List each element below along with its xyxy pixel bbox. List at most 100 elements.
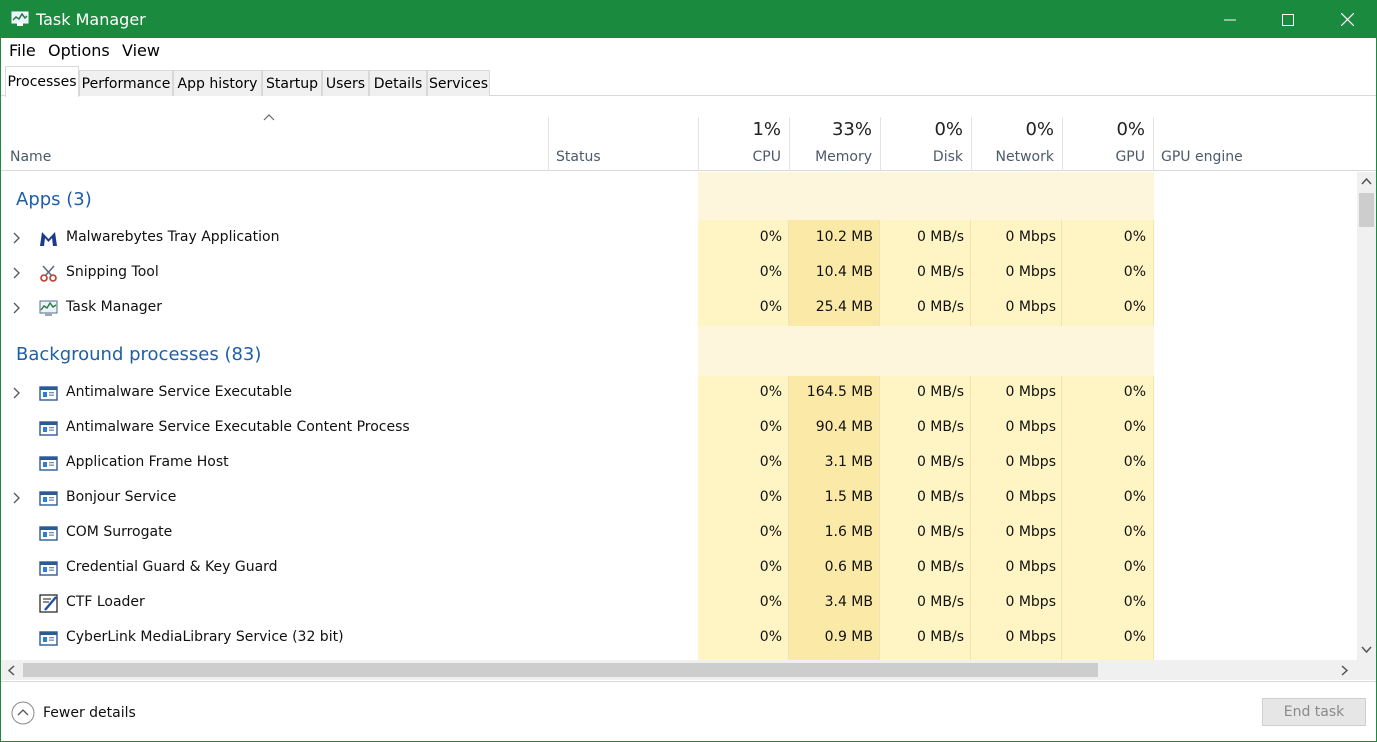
column-disk-label: Disk <box>932 149 963 165</box>
memory-value: 10.4 MB <box>815 264 873 280</box>
group-title-background[interactable]: Background processes (83) <box>16 344 261 365</box>
gpu-value: 0% <box>1123 524 1146 540</box>
tab-services[interactable]: Services <box>427 70 490 96</box>
process-name: COM Surrogate <box>66 524 173 540</box>
column-cpu[interactable]: 1% CPU <box>698 117 789 171</box>
column-network-label: Network <box>995 149 1054 165</box>
gpu-value: 0% <box>1123 629 1146 645</box>
gpu-value: 0% <box>1123 559 1146 575</box>
expand-toggle[interactable] <box>12 385 22 404</box>
minimize-button[interactable] <box>1201 1 1259 38</box>
vertical-scroll-thumb[interactable] <box>1359 193 1374 227</box>
memory-value: 1.6 MB <box>824 524 873 540</box>
tab-startup[interactable]: Startup <box>262 70 322 96</box>
disk-value: 0 MB/s <box>916 629 964 645</box>
menu-view[interactable]: View <box>122 41 160 60</box>
gpu-total-percent: 0% <box>1116 119 1145 140</box>
expand-chevron-icon[interactable] <box>12 231 22 245</box>
column-status[interactable]: Status <box>548 117 698 171</box>
expand-chevron-icon[interactable] <box>12 386 22 400</box>
disk-value: 0 MB/s <box>916 264 964 280</box>
collapse-chevron-icon <box>11 701 35 725</box>
memory-value: 164.5 MB <box>806 384 873 400</box>
scissors-icon <box>39 264 58 283</box>
process-name: CTF Loader <box>66 594 145 610</box>
process-row[interactable]: CTF Loader 0% 3.4 MB 0 MB/s 0 Mbps 0% <box>1 586 1357 621</box>
process-name: Antimalware Service Executable Content P… <box>66 419 410 435</box>
process-row[interactable]: CyberLink MediaLibrary Service (32 bit) 0… <box>1 621 1357 656</box>
menu-file[interactable]: File <box>9 41 36 60</box>
network-value: 0 Mbps <box>1005 594 1056 610</box>
process-row[interactable]: Bonjour Service 0% 1.5 MB 0 MB/s 0 Mbps 0% <box>1 481 1357 516</box>
expand-toggle[interactable] <box>12 490 22 509</box>
close-button[interactable] <box>1318 1 1376 38</box>
process-row[interactable]: Antimalware Service Executable Content P… <box>1 411 1357 446</box>
process-row[interactable]: COM Surrogate 0% 1.6 MB 0 MB/s 0 Mbps 0% <box>1 516 1357 551</box>
horizontal-scrollbar[interactable] <box>1 660 1357 680</box>
tab-users[interactable]: Users <box>322 70 369 96</box>
disk-value: 0 MB/s <box>916 559 964 575</box>
group-title-apps[interactable]: Apps (3) <box>16 189 92 210</box>
service-window-icon <box>39 454 58 473</box>
expand-chevron-icon[interactable] <box>12 491 22 505</box>
process-row[interactable]: Snipping Tool 0% 10.4 MB 0 MB/s 0 Mbps 0% <box>1 256 1357 291</box>
process-row[interactable]: Antimalware Service Executable 0% 164.5 MB… <box>1 376 1357 411</box>
network-value: 0 Mbps <box>1005 264 1056 280</box>
memory-value: 25.4 MB <box>815 299 873 315</box>
expand-toggle[interactable] <box>12 300 22 319</box>
network-value: 0 Mbps <box>1005 299 1056 315</box>
column-memory-label: Memory <box>815 149 872 165</box>
vertical-scrollbar[interactable] <box>1357 172 1376 660</box>
cpu-value: 0% <box>759 299 782 315</box>
tab-strip: Processes Performance App history Startu… <box>1 65 1376 97</box>
column-network[interactable]: 0% Network <box>971 117 1062 171</box>
expand-toggle[interactable] <box>12 265 22 284</box>
scroll-up-icon[interactable] <box>1361 177 1372 185</box>
scroll-left-icon[interactable] <box>7 665 15 676</box>
cpu-value: 0% <box>759 559 782 575</box>
process-row[interactable]: Credential Guard & Key Guard 0% 0.6 MB 0 MB… <box>1 551 1357 586</box>
disk-value: 0 MB/s <box>916 454 964 470</box>
process-row[interactable]: Application Frame Host 0% 3.1 MB 0 MB/s 0 Mb… <box>1 446 1357 481</box>
disk-value: 0 MB/s <box>916 299 964 315</box>
end-task-button[interactable]: End task <box>1262 698 1366 726</box>
column-name-label: Name <box>10 149 52 165</box>
gpu-value: 0% <box>1123 299 1146 315</box>
process-row[interactable]: Task Manager 0% 25.4 MB 0 MB/s 0 Mbps 0% <box>1 291 1357 326</box>
tab-app-history[interactable]: App history <box>173 70 262 96</box>
cpu-value: 0% <box>759 524 782 540</box>
disk-value: 0 MB/s <box>916 594 964 610</box>
column-gpu-engine[interactable]: GPU engine <box>1153 117 1357 171</box>
scroll-right-icon[interactable] <box>1341 665 1349 676</box>
scroll-down-icon[interactable] <box>1361 646 1372 654</box>
tab-details[interactable]: Details <box>369 70 427 96</box>
process-list: Apps (3) Malwarebytes Tray Application 0%… <box>1 172 1357 660</box>
service-window-icon <box>39 384 58 403</box>
network-total-percent: 0% <box>1025 119 1054 140</box>
expand-chevron-icon[interactable] <box>12 301 22 315</box>
column-memory[interactable]: 33% Memory <box>789 117 880 171</box>
cpu-value: 0% <box>759 489 782 505</box>
memory-value: 3.4 MB <box>824 594 873 610</box>
maximize-button[interactable] <box>1259 1 1317 38</box>
title-bar: Task Manager <box>1 1 1376 38</box>
horizontal-scroll-thumb[interactable] <box>23 663 1098 677</box>
fewer-details-label: Fewer details <box>43 705 136 721</box>
column-name[interactable]: Name <box>1 117 548 171</box>
process-row[interactable]: Malwarebytes Tray Application 0% 10.2 MB 0 … <box>1 221 1357 256</box>
process-name: CyberLink MediaLibrary Service (32 bit) <box>66 629 344 645</box>
expand-toggle[interactable] <box>12 230 22 249</box>
network-value: 0 Mbps <box>1005 229 1056 245</box>
gpu-value: 0% <box>1123 419 1146 435</box>
column-gpu[interactable]: 0% GPU <box>1062 117 1153 171</box>
tab-processes[interactable]: Processes <box>5 66 79 97</box>
cpu-value: 0% <box>759 454 782 470</box>
fewer-details-button[interactable]: Fewer details <box>11 701 136 725</box>
service-window-icon <box>39 489 58 508</box>
expand-chevron-icon[interactable] <box>12 266 22 280</box>
column-disk[interactable]: 0% Disk <box>880 117 971 171</box>
malwarebytes-icon <box>39 229 58 248</box>
menu-options[interactable]: Options <box>48 41 110 60</box>
cpu-total-percent: 1% <box>752 119 781 140</box>
tab-performance[interactable]: Performance <box>79 70 173 96</box>
